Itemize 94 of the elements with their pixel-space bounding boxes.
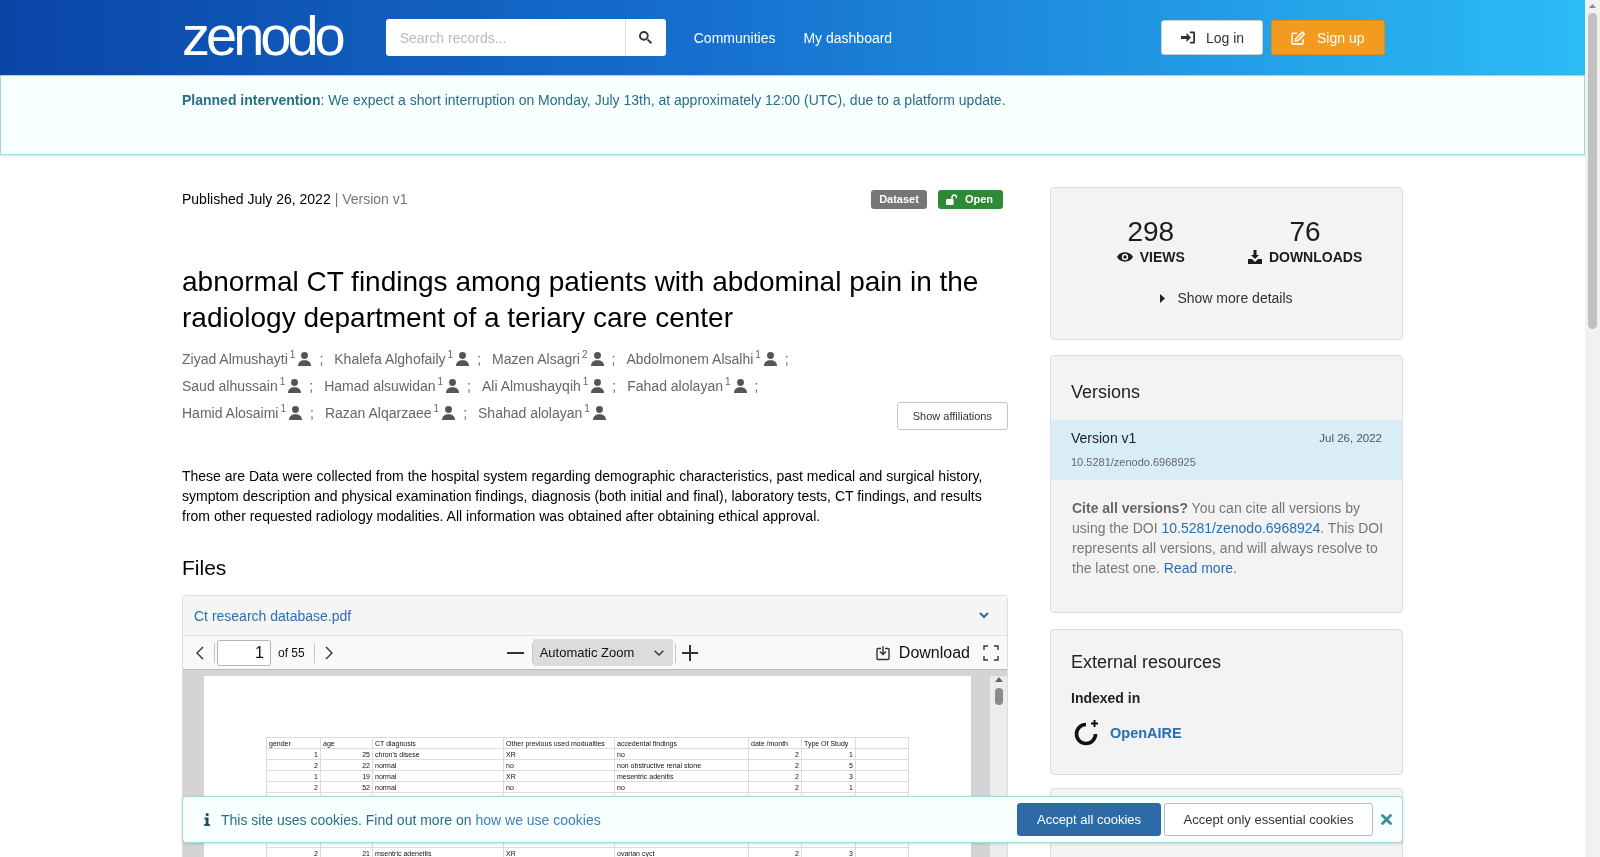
ring-logo-icon <box>1073 720 1099 746</box>
plus-icon <box>681 644 698 661</box>
log-in-button[interactable]: Log in <box>1161 20 1263 55</box>
version-date: Jul 26, 2022 <box>1319 432 1382 444</box>
accept-essential-cookies-button[interactable]: Accept only essential cookies <box>1164 803 1373 836</box>
show-affiliations-button[interactable]: Show affiliations <box>896 402 1008 431</box>
site-logo[interactable]: zenodo <box>182 6 342 65</box>
file-link[interactable]: Ct research database.pdf <box>194 607 352 624</box>
external-resources-heading: External resources <box>1070 651 1223 674</box>
edit-icon <box>1291 30 1306 45</box>
search-field[interactable]: Search records... <box>385 19 625 56</box>
announcement-text: Planned intervention: We expect a short interruption on Monday, July 13th, at approximately 12:00 (UTC), due to a platform update. <box>182 91 1007 110</box>
user-icon <box>446 379 460 393</box>
author-separator: ; <box>754 376 759 396</box>
versions-heading: Versions <box>1070 381 1142 404</box>
author-name: Abdolmonem Alsalhi$^{1}$ <box>626 349 761 370</box>
user-icon <box>590 352 604 367</box>
page-scrollbar[interactable] <box>1585 0 1600 857</box>
chevron-left-icon <box>196 645 204 660</box>
sign-in-icon <box>1181 31 1195 44</box>
eye-icon <box>1116 252 1133 262</box>
fullscreen-icon <box>983 644 999 661</box>
version-label: | Version v1 <box>334 191 408 207</box>
author-name: Razan Alqarzaee$^{1}$ <box>324 402 440 423</box>
author-separator: ; <box>463 403 468 423</box>
page-number-field[interactable]: 1 <box>217 639 271 666</box>
chevron-right-icon <box>324 645 333 660</box>
cookie-notice: This site uses cookies. Find out more on how we use cookies <box>221 811 601 828</box>
author-name: Saud alhussain$^{1}$ <box>182 376 286 396</box>
download-button[interactable]: Download <box>870 639 974 666</box>
author-name: Khalefa Alghofaily$^{1}$ <box>334 349 454 370</box>
user-icon <box>591 379 605 393</box>
author-name: Fahad alolayan$^{1}$ <box>627 376 731 396</box>
indexed-in-label: Indexed in <box>1070 689 1142 708</box>
version-name: Version v1 <box>1071 430 1137 446</box>
scroll-up-arrow-icon[interactable] <box>1589 4 1596 8</box>
user-icon <box>763 352 777 367</box>
author-name: Ziyad Almushayti$^{1}$ <box>182 349 296 370</box>
version-doi: 10.5281/zenodo.6968925 <box>1071 455 1197 470</box>
search-button[interactable] <box>624 19 666 56</box>
accept-all-cookies-button[interactable]: Accept all cookies <box>1017 803 1161 836</box>
unlock-icon <box>945 193 957 205</box>
cite-note: Cite all versions? You can cite all versions by using the DOI 10.5281/zenodo.6968924. This DOI represents all versions, and will always resolve to the latest one. Read more. <box>1071 499 1385 578</box>
scrollbar-thumb[interactable] <box>994 688 1003 706</box>
author-separator: ; <box>309 376 314 396</box>
author-separator: ; <box>477 350 482 369</box>
download-icon <box>1247 250 1262 264</box>
author-separator: ; <box>611 350 616 369</box>
user-icon <box>298 352 312 367</box>
author-name: Hamid Alosaimi$^{1}$ <box>182 402 287 423</box>
stat-value: 76 <box>1289 216 1321 248</box>
zoom-select[interactable]: Automatic Zoom <box>532 639 673 667</box>
author-separator: ; <box>612 376 617 396</box>
user-icon <box>289 405 303 420</box>
close-icon[interactable] <box>1381 814 1392 825</box>
indexing-service-link[interactable]: OpenAIRE <box>1110 725 1182 741</box>
user-icon <box>592 405 606 420</box>
files-heading: Files <box>182 555 228 582</box>
user-icon <box>456 352 470 367</box>
nav-link[interactable]: My dashboard <box>803 29 893 46</box>
user-icon <box>442 405 456 420</box>
show-more-details-button[interactable]: Show more details <box>1160 288 1293 308</box>
record-description: These are Data were collected from the hospital system regarding demographic characteristics, past medical and surgical history, symptom description and physical examination findings, diagnosis (both initial and final), laboratory tests, CT findings, and results from other requested radiology modalities. All information was obtained after obtaining ethical approval. <box>182 467 984 527</box>
author-name: Mazen Alsagri$^{2}$ <box>492 349 588 370</box>
author-separator: ; <box>467 376 471 396</box>
stat-label: VIEWS <box>1139 249 1185 265</box>
author-separator: ; <box>319 350 324 369</box>
chevron-down-icon[interactable] <box>979 612 989 620</box>
stat-label: DOWNLOADS <box>1268 249 1363 265</box>
caret-right-icon <box>1160 293 1166 303</box>
access-label: Open <box>964 193 993 205</box>
version-item[interactable]: Version v1 Jul 26, 2022 10.5281/zenodo.6968925 <box>1051 420 1402 480</box>
scrollbar-thumb[interactable] <box>1588 13 1597 329</box>
nav-link[interactable]: Communities <box>693 29 776 46</box>
author-separator: ; <box>310 403 314 423</box>
info-icon <box>204 813 210 826</box>
author-name: Shahad alolayan$^{1}$ <box>478 402 590 423</box>
minus-icon <box>507 651 525 654</box>
user-icon <box>733 379 747 393</box>
search-icon <box>639 31 653 44</box>
publication-date: Published July 26, 2022 <box>182 191 331 207</box>
stat-value: 298 <box>1127 216 1175 248</box>
scroll-up-arrow-icon[interactable] <box>994 677 1003 683</box>
user-icon <box>288 379 302 393</box>
chevron-down-icon <box>653 649 664 656</box>
cookie-policy-link[interactable]: how we use cookies <box>475 811 601 828</box>
page-count: of 55 <box>278 645 305 660</box>
read-more-link[interactable]: Read more <box>1163 560 1234 576</box>
download-tray-icon <box>874 644 891 661</box>
record-title: abnormal CT findings among patients with abdominal pain in the radiology department of a teriary care center <box>182 265 980 335</box>
author-separator: ; <box>784 350 789 369</box>
resource-type-badge: Dataset <box>871 189 927 209</box>
author-name: Hamad alsuwidan$^{1}$ <box>324 376 444 396</box>
author-name: Ali Almushayqih$^{1}$ <box>481 376 589 396</box>
